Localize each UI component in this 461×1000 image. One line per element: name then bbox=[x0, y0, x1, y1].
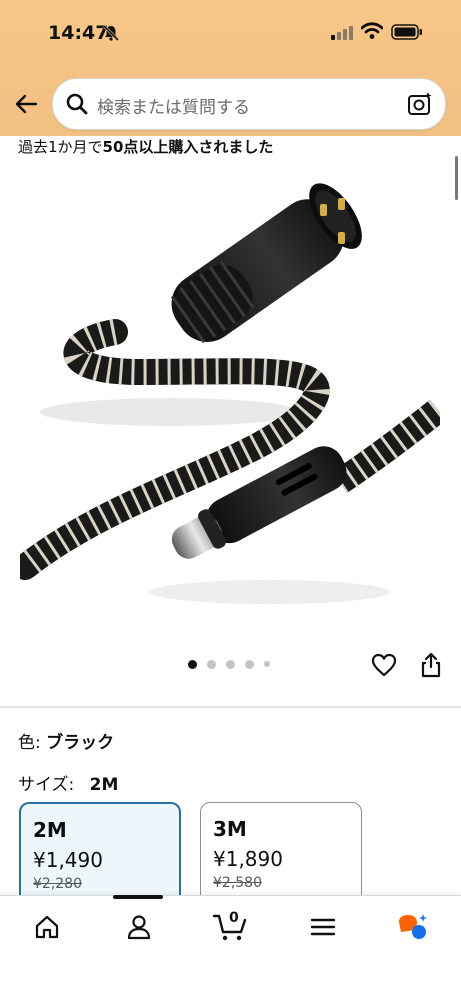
scrollbar[interactable] bbox=[455, 156, 458, 200]
battery-icon bbox=[391, 24, 422, 40]
section-divider bbox=[0, 706, 461, 708]
option-price: ¥1,490 bbox=[33, 848, 103, 872]
carousel-dot[interactable] bbox=[245, 660, 254, 669]
purchase-note-bold: 50点以上購入されました bbox=[102, 138, 274, 156]
cellular-signal-icon bbox=[331, 26, 353, 40]
cart-button[interactable]: 0 bbox=[212, 910, 250, 942]
search-input[interactable]: 検索または質問する bbox=[52, 78, 446, 130]
cart-count: 0 bbox=[229, 910, 239, 926]
purchase-count-note: 過去1か月で50点以上購入されました bbox=[18, 136, 273, 157]
menu-icon[interactable] bbox=[310, 914, 336, 940]
home-icon[interactable] bbox=[34, 914, 60, 940]
option-price: ¥1,890 bbox=[213, 847, 283, 871]
size-label: サイズ: bbox=[18, 775, 75, 795]
carousel-dot[interactable] bbox=[226, 660, 235, 669]
account-icon[interactable] bbox=[126, 914, 152, 940]
search-placeholder: 検索または質問する bbox=[97, 98, 250, 118]
app-header: 14:47 検索または質問する bbox=[0, 0, 461, 136]
option-list-price: ¥2,580 bbox=[213, 875, 262, 891]
share-icon[interactable] bbox=[420, 652, 442, 678]
color-value: ブラック bbox=[46, 733, 115, 753]
option-size: 2M bbox=[33, 818, 67, 842]
size-value: 2M bbox=[89, 775, 119, 795]
purchase-note-prefix: 過去1か月で bbox=[18, 138, 103, 156]
size-selection: サイズ: 2M bbox=[18, 770, 118, 795]
home-indicator-tab bbox=[113, 895, 163, 899]
carousel-dot[interactable] bbox=[264, 661, 270, 667]
carousel-dot[interactable] bbox=[188, 660, 197, 669]
product-image[interactable] bbox=[20, 162, 440, 622]
search-icon bbox=[66, 93, 88, 115]
color-selection: 色: ブラック bbox=[18, 728, 114, 753]
carousel-dot[interactable] bbox=[207, 660, 216, 669]
heart-icon[interactable] bbox=[371, 653, 397, 677]
camera-search-icon[interactable] bbox=[407, 91, 433, 117]
rufus-assistant-icon[interactable] bbox=[396, 912, 430, 942]
wifi-icon bbox=[361, 22, 383, 39]
status-time: 14:47 bbox=[48, 22, 109, 44]
back-arrow-button[interactable] bbox=[12, 90, 40, 118]
bell-muted-icon bbox=[102, 24, 120, 42]
option-list-price: ¥2,280 bbox=[33, 876, 82, 892]
color-label: 色: bbox=[18, 733, 41, 753]
option-size: 3M bbox=[213, 817, 247, 841]
bottom-navigation-bar: 0 bbox=[0, 895, 461, 1000]
